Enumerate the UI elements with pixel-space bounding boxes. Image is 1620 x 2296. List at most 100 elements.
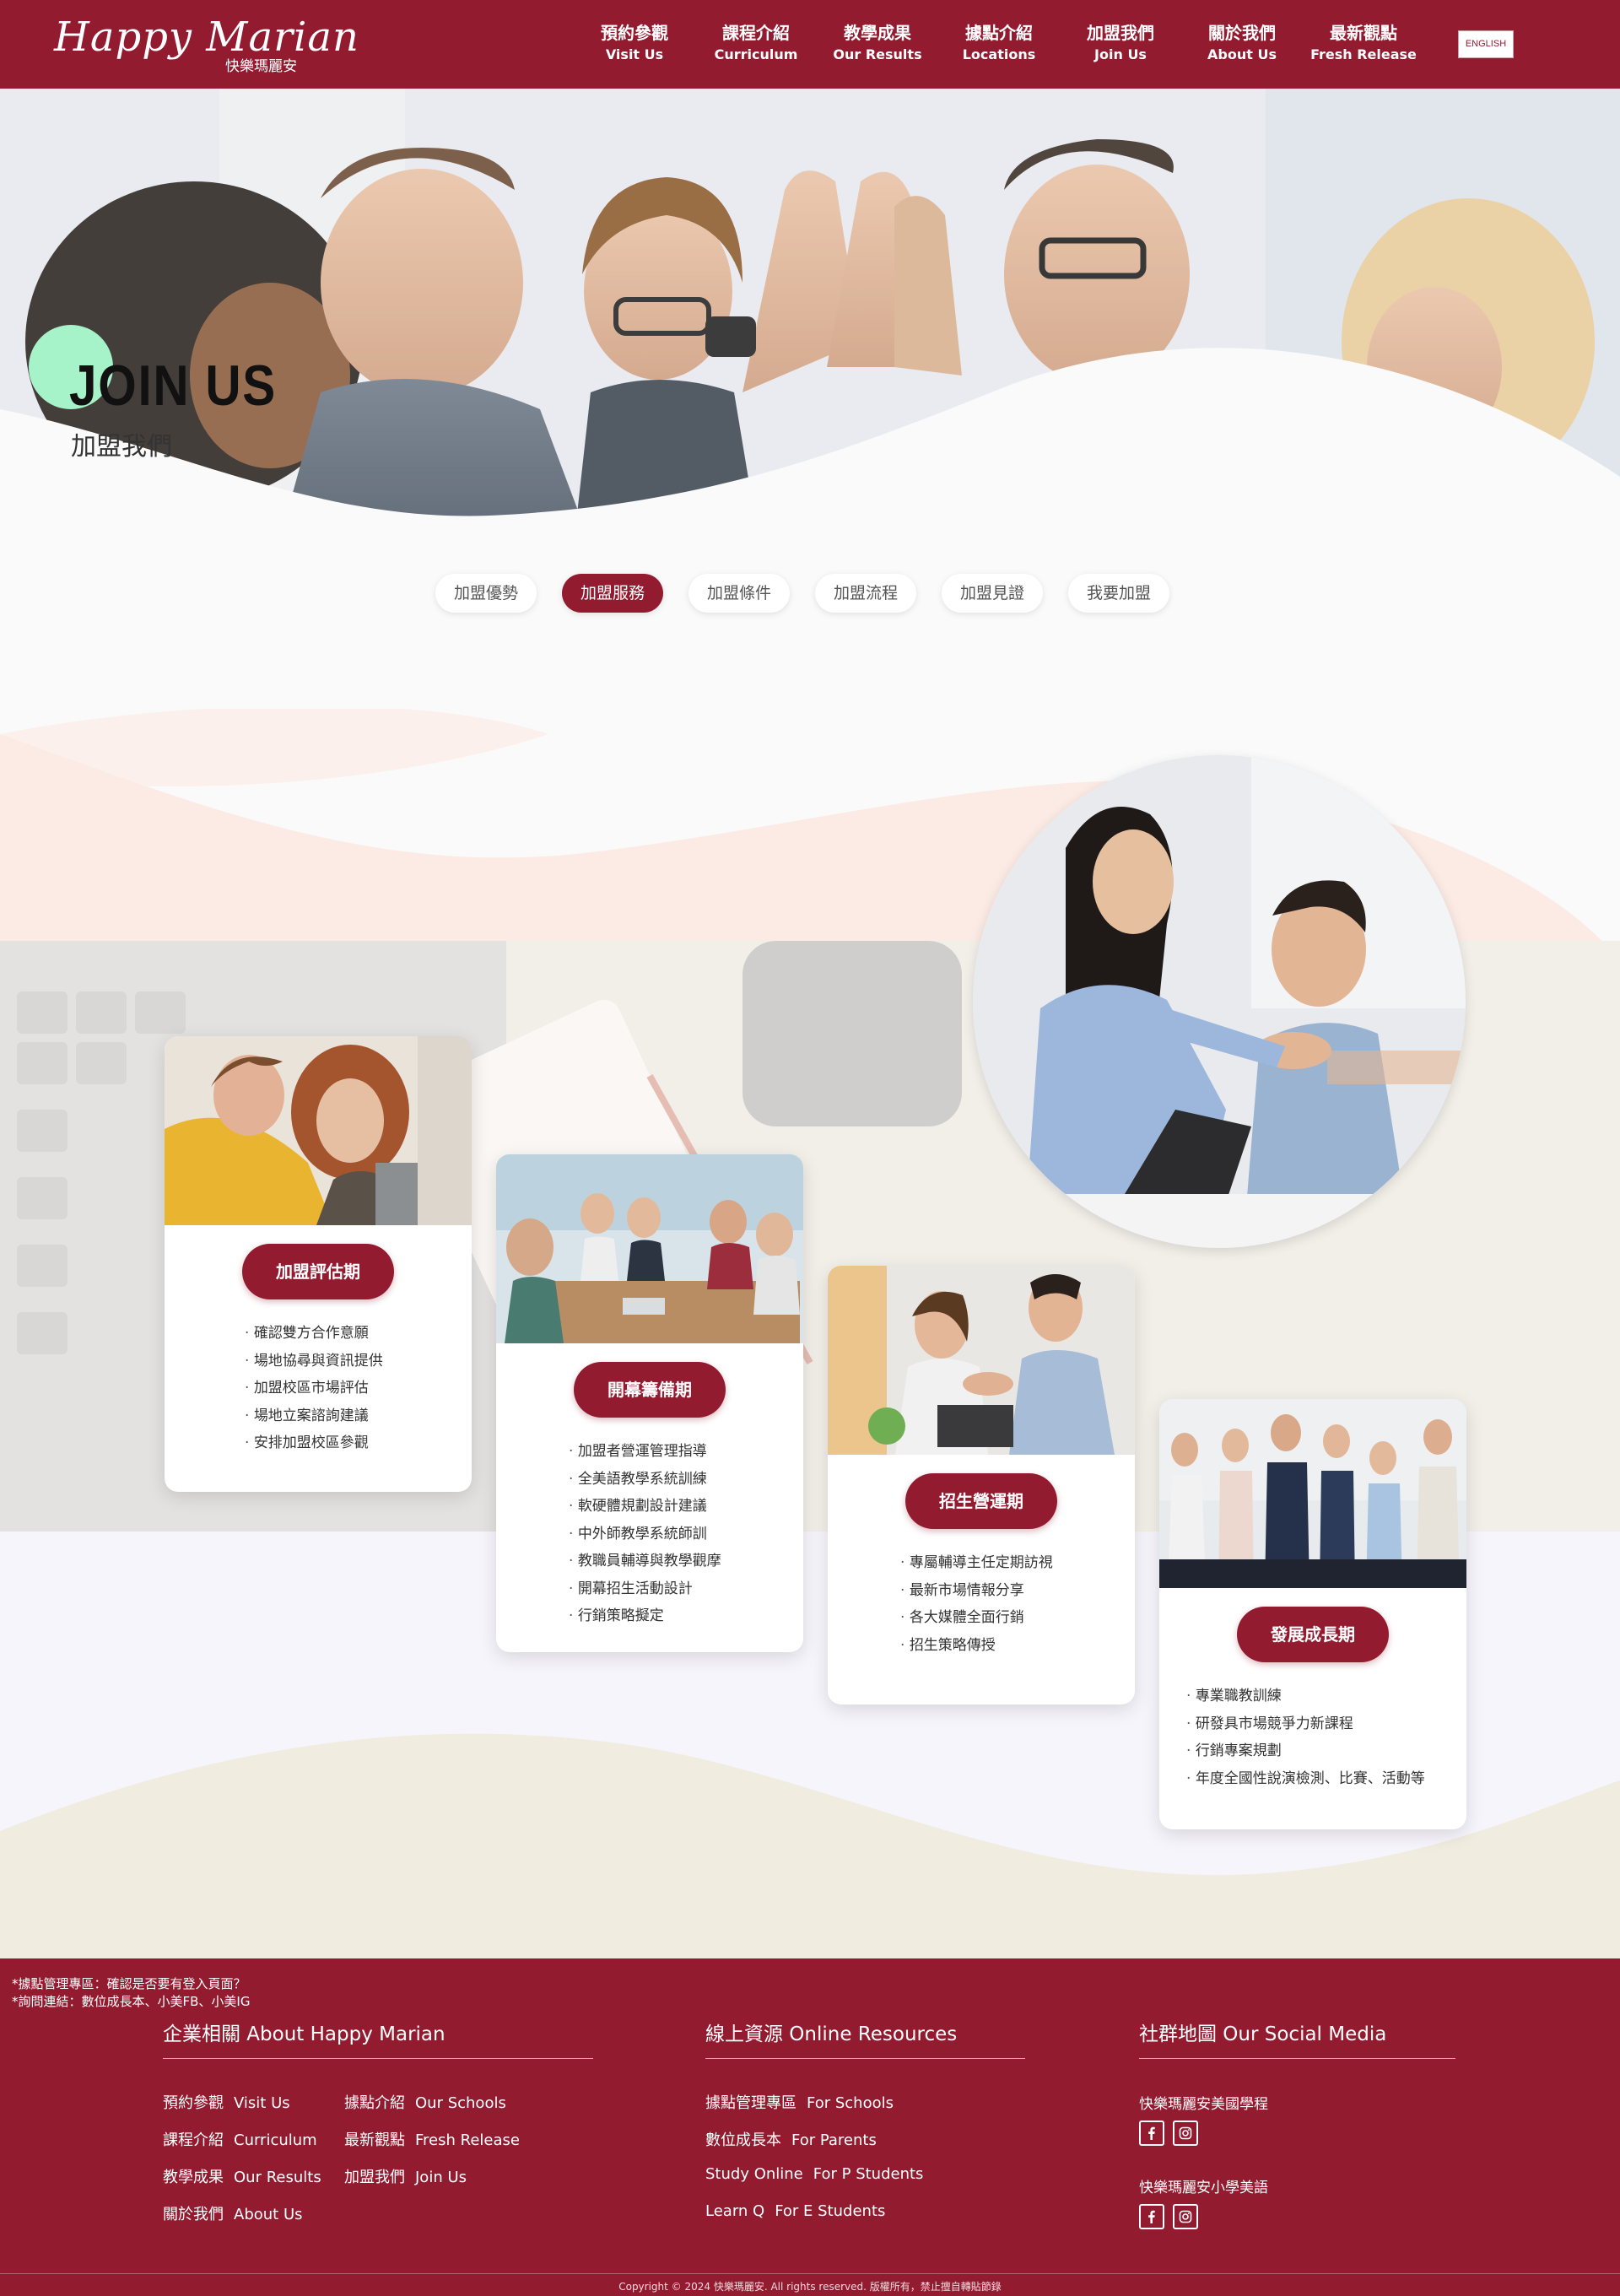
list-item: 軟硬體規劃設計建議 (569, 1493, 803, 1521)
nav-item-about[interactable]: 關於我們 About Us (1181, 0, 1303, 89)
footer-link-en: Fresh Release (415, 2131, 520, 2149)
footer-link-fresh-release[interactable]: 最新觀點 Fresh Release (344, 2128, 520, 2150)
footer-notes: *據點管理專區：確認是否要有登入頁面？ *詢問連結：數位成長本、小美FB、小美I… (12, 1975, 250, 2011)
footer-link-en: For E Students (775, 2202, 886, 2220)
card-illustration (828, 1266, 1135, 1455)
footer-link-zh: 課程介紹 (163, 2131, 224, 2149)
footer-link-for-parents[interactable]: 數位成長本 For Parents (705, 2128, 877, 2150)
list-item: 安排加盟校區參觀 (245, 1429, 472, 1457)
card-bullet-list: 加盟者營運管理指導 全美語教學系統訓練 軟硬體規劃設計建議 中外師教學系統師訓 … (496, 1418, 803, 1630)
list-item: 招生策略傳授 (900, 1632, 1135, 1660)
footer-link-zh: 預約參觀 (163, 2094, 224, 2112)
footer-link-en: Curriculum (234, 2131, 317, 2149)
footer-social-title: 社群地圖 Our Social Media (1139, 2023, 1387, 2045)
nav-item-visit[interactable]: 預約參觀 Visit Us (574, 0, 695, 89)
card-illustration (1159, 1399, 1466, 1588)
nav-item-results[interactable]: 教學成果 Our Results (817, 0, 938, 89)
card-title[interactable]: 發展成長期 (1237, 1607, 1389, 1662)
logo-chinese-text: 快樂瑪麗安 (225, 58, 297, 75)
nav-label-en: Visit Us (605, 46, 664, 62)
handshake-illustration (973, 755, 1466, 1248)
footer-link-zh: Study Online (705, 2165, 803, 2183)
card-photo-team-meeting (496, 1154, 803, 1343)
list-item: 加盟校區市場評估 (245, 1375, 472, 1402)
card-title[interactable]: 招生營運期 (905, 1473, 1057, 1529)
footer-link-zh: 加盟我們 (344, 2169, 405, 2186)
nav-label-zh: 據點介紹 (965, 23, 1033, 43)
card-photo-celebrating-team (1159, 1399, 1466, 1588)
nav-label-en: Curriculum (714, 46, 798, 62)
card-bullet-list: 專業職教訓練 研發具市場競爭力新課程 行銷專案規劃 年度全國性說演檢測、比賽、活… (1159, 1662, 1466, 1792)
footer-link-join[interactable]: 加盟我們 Join Us (344, 2165, 467, 2187)
footer-about-title: 企業相關 About Happy Marian (163, 2023, 446, 2045)
instagram-icon[interactable] (1173, 2204, 1198, 2229)
footer-link-learn-q[interactable]: Learn Q For E Students (705, 2202, 885, 2220)
tab-apply[interactable]: 我要加盟 (1068, 574, 1169, 613)
footer-link-study-online[interactable]: Study Online For P Students (705, 2165, 923, 2183)
instagram-glyph (1179, 2126, 1192, 2140)
language-toggle-button[interactable]: ENGLISH (1458, 30, 1514, 58)
nav-label-zh: 加盟我們 (1087, 23, 1154, 43)
handshake-circle-photo (973, 755, 1466, 1248)
footer-link-en: About Us (234, 2206, 303, 2223)
list-item: 教職員輔導與教學觀摩 (569, 1548, 803, 1575)
card-illustration (496, 1154, 803, 1343)
tab-services[interactable]: 加盟服務 (562, 574, 663, 613)
site-logo[interactable]: Happy Marian 快樂瑪麗安 (54, 14, 359, 76)
site-footer: *據點管理專區：確認是否要有登入頁面？ *詢問連結：數位成長本、小美FB、小美I… (0, 1958, 1620, 2296)
tab-testimonials[interactable]: 加盟見證 (942, 574, 1043, 613)
footer-link-zh: 最新觀點 (344, 2131, 405, 2149)
list-item: 全美語教學系統訓練 (569, 1466, 803, 1494)
nav-item-locations[interactable]: 據點介紹 Locations (938, 0, 1060, 89)
footer-link-en: Join Us (415, 2169, 467, 2186)
copyright-text: Copyright © 2024 快樂瑪麗安. All rights reser… (618, 2281, 1002, 2293)
tab-advantages[interactable]: 加盟優勢 (435, 574, 537, 613)
footer-divider (1139, 2058, 1455, 2059)
list-item: 各大媒體全面行銷 (900, 1604, 1135, 1632)
nav-label-zh: 關於我們 (1208, 23, 1276, 43)
instagram-glyph (1179, 2210, 1192, 2223)
footer-link-visit[interactable]: 預約參觀 Visit Us (163, 2091, 290, 2113)
list-item: 研發具市場競爭力新課程 (1186, 1710, 1466, 1738)
list-item: 行銷策略擬定 (569, 1602, 803, 1630)
nav-label-en: Fresh Release (1310, 46, 1417, 62)
footer-note: *據點管理專區：確認是否要有登入頁面？ (12, 1976, 246, 1991)
card-illustration (165, 1036, 472, 1225)
instagram-icon[interactable] (1173, 2120, 1198, 2146)
tab-process[interactable]: 加盟流程 (815, 574, 916, 613)
footer-link-en: For Schools (807, 2094, 894, 2112)
footer-note: *詢問連結：數位成長本、小美FB、小美IG (12, 1994, 251, 2009)
card-title[interactable]: 加盟評估期 (242, 1244, 394, 1299)
nav-label-zh: 課程介紹 (722, 23, 790, 43)
footer-link-for-schools[interactable]: 據點管理專區 For Schools (705, 2091, 894, 2113)
page-title: JOIN US (69, 354, 278, 418)
tab-conditions[interactable]: 加盟條件 (688, 574, 790, 613)
footer-link-zh: Learn Q (705, 2202, 765, 2220)
facebook-icon[interactable] (1139, 2120, 1164, 2146)
nav-item-join[interactable]: 加盟我們 Join Us (1060, 0, 1181, 89)
card-bullet-list: 確認雙方合作意願 場地協尋與資訊提供 加盟校區市場評估 場地立案諮詢建議 安排加… (165, 1299, 472, 1457)
nav-item-fresh-release[interactable]: 最新觀點 Fresh Release (1303, 0, 1424, 89)
footer-link-zh: 數位成長本 (705, 2131, 781, 2149)
card-photo-women-laptop (165, 1036, 472, 1225)
facebook-icon[interactable] (1139, 2204, 1164, 2229)
footer-link-about[interactable]: 關於我們 About Us (163, 2202, 303, 2224)
footer-link-en: For Parents (791, 2131, 877, 2149)
footer-link-results[interactable]: 教學成果 Our Results (163, 2165, 321, 2187)
footer-link-zh: 據點介紹 (344, 2094, 405, 2112)
service-card-growth: 發展成長期 專業職教訓練 研發具市場競爭力新課程 行銷專案規劃 年度全國性說演檢… (1159, 1399, 1466, 1829)
service-card-evaluation: 加盟評估期 確認雙方合作意願 場地協尋與資訊提供 加盟校區市場評估 場地立案諮詢… (165, 1036, 472, 1492)
footer-link-schools[interactable]: 據點介紹 Our Schools (344, 2091, 506, 2113)
card-bullet-list: 專屬輔導主任定期訪視 最新市場情報分享 各大媒體全面行銷 招生策略傳授 (828, 1529, 1135, 1659)
card-title[interactable]: 開幕籌備期 (574, 1362, 726, 1418)
nav-label-en: Our Results (833, 46, 922, 62)
site-header: Happy Marian 快樂瑪麗安 預約參觀 Visit Us 課程介紹 Curr… (0, 0, 1620, 89)
nav-item-curriculum[interactable]: 課程介紹 Curriculum (695, 0, 817, 89)
footer-resources-title: 線上資源 Online Resources (705, 2023, 958, 2045)
facebook-glyph (1148, 2210, 1155, 2223)
nav-label-zh: 最新觀點 (1330, 23, 1397, 43)
footer-link-curriculum[interactable]: 課程介紹 Curriculum (163, 2128, 317, 2150)
nav-label-en: About Us (1207, 46, 1277, 62)
card-photo-business-handshake (828, 1266, 1135, 1455)
nav-label-zh: 教學成果 (844, 23, 911, 43)
